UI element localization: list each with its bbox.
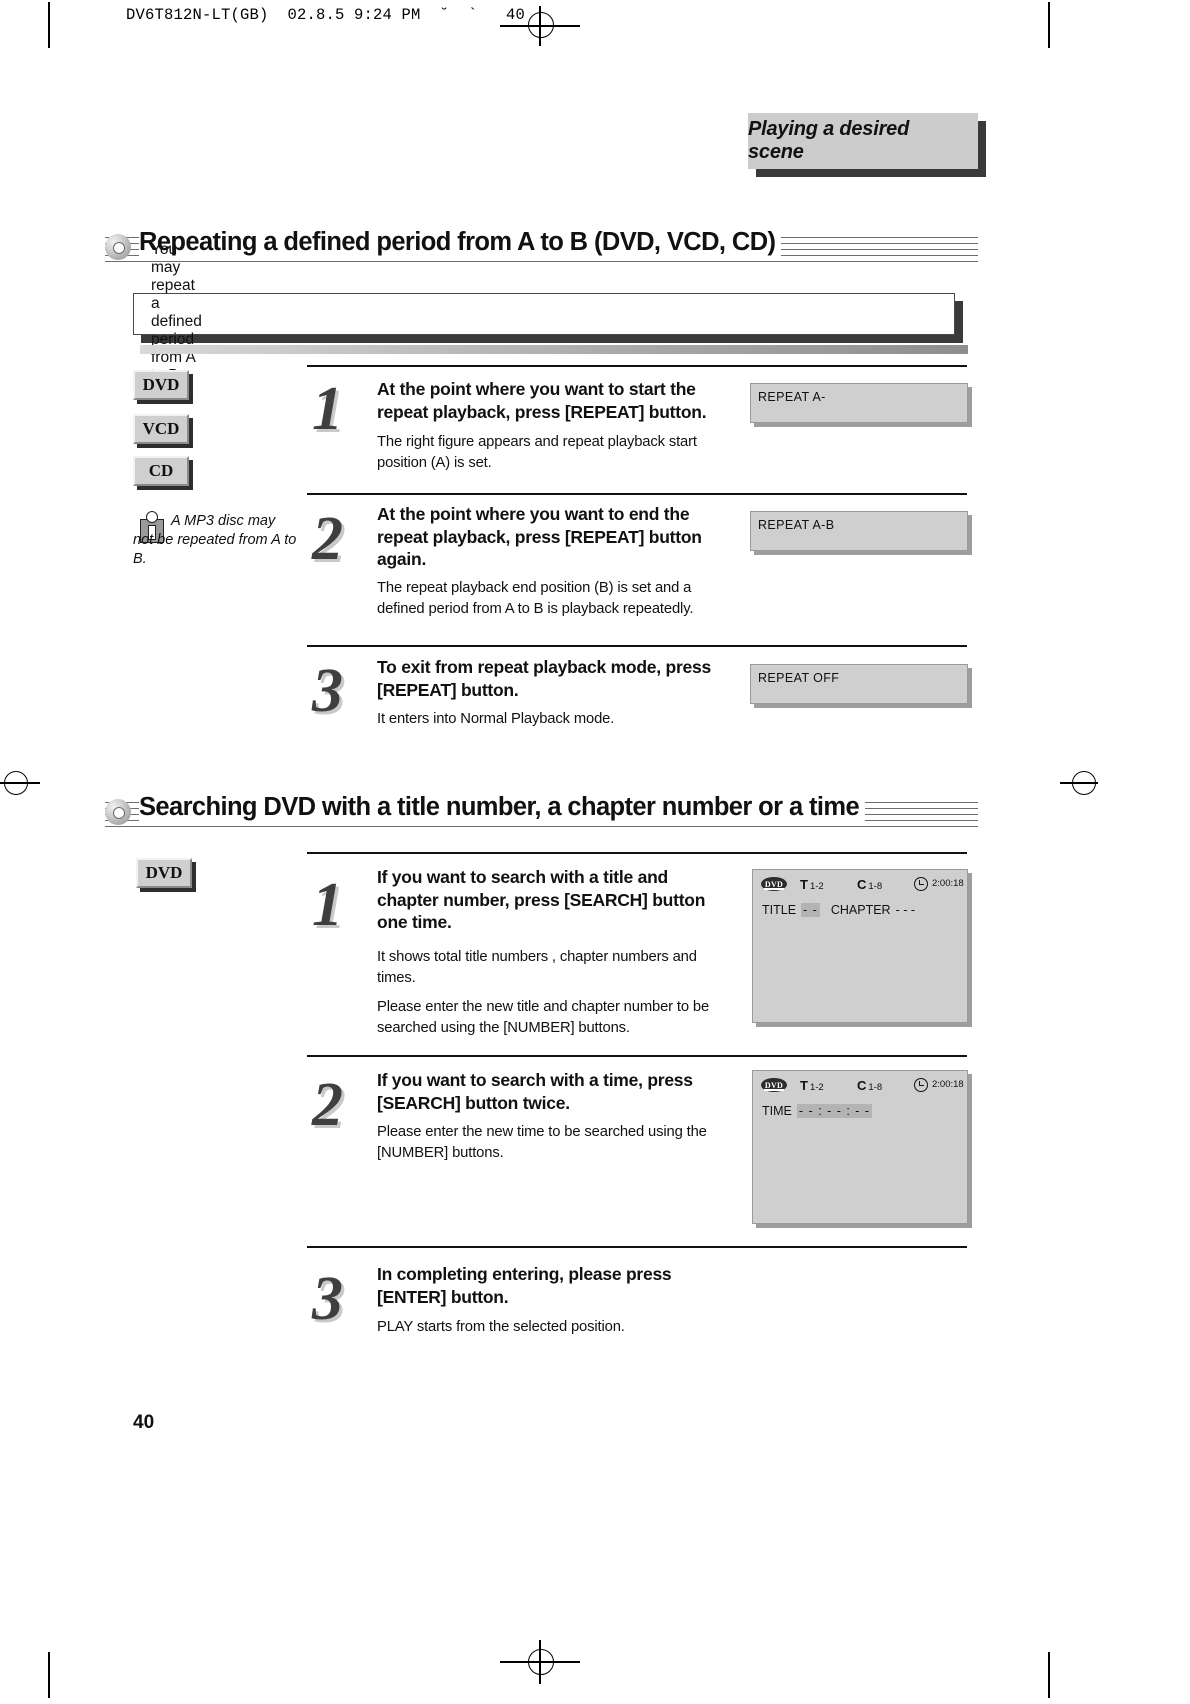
section-title: Repeating a defined period from A to B (… bbox=[139, 228, 782, 257]
osd-chapter-value: 1-8 bbox=[868, 881, 883, 892]
section-bullet-icon bbox=[105, 799, 131, 825]
osd-row-label-2: CHAPTER bbox=[830, 903, 891, 917]
osd-display-repeat-off: REPEAT OFF bbox=[750, 664, 972, 708]
osd-title-field: T 1-2 bbox=[800, 1078, 824, 1093]
page-title: Playing a desired scene bbox=[748, 118, 910, 163]
osd-display-repeat-ab: REPEAT A-B bbox=[750, 511, 972, 555]
crop-mark-top-right-vertical bbox=[1048, 2, 1050, 48]
osd-title-letter: T bbox=[800, 877, 808, 892]
osd-text: REPEAT A-B bbox=[758, 518, 835, 532]
step-body: PLAY starts from the selected position. bbox=[377, 1317, 717, 1347]
step-body-paragraph: The repeat playback end position (B) is … bbox=[377, 580, 694, 617]
step-number: 1 bbox=[312, 375, 343, 443]
step-body-paragraph: The right figure appears and repeat play… bbox=[377, 434, 697, 471]
osd-title-chapter-row: TITLE - - CHAPTER - - - bbox=[762, 903, 915, 917]
badge-label: VCD bbox=[142, 419, 180, 438]
osd-time-field: 2:00:18 bbox=[932, 878, 964, 889]
step-body-paragraph: Please enter the new time to be searched… bbox=[377, 1124, 707, 1161]
page-number: 40 bbox=[133, 1412, 155, 1433]
osd-time-row: TIME - - : - - : - - bbox=[762, 1104, 873, 1118]
osd-status-bar: DVD T 1-2 C 1-8 2:00:18 bbox=[752, 869, 972, 895]
badge-label: DVD bbox=[145, 863, 183, 882]
intro-note-frame bbox=[133, 293, 955, 335]
step-number: 3 bbox=[312, 1265, 343, 1333]
osd-title-field: T 1-2 bbox=[800, 877, 824, 892]
step-body-paragraph: Please enter the new title and chapter n… bbox=[377, 999, 710, 1036]
badge-label: DVD bbox=[142, 375, 180, 394]
step-number: 1 bbox=[312, 871, 343, 939]
clock-icon bbox=[914, 1078, 928, 1092]
section-heading-repeat-ab: Repeating a defined period from A to B (… bbox=[105, 228, 985, 270]
osd-text: REPEAT A- bbox=[758, 390, 826, 404]
registration-circle-bottom bbox=[528, 1649, 554, 1675]
osd-chapter-field: C 1-8 bbox=[857, 877, 882, 892]
slug-divider bbox=[48, 2, 50, 46]
osd-display-title-chapter: DVD T 1-2 C 1-8 2:00:18 TITLE - - CHAPTE… bbox=[752, 869, 972, 1027]
step-title: If you want to search with a time, press… bbox=[377, 1070, 693, 1113]
dvd-logo-icon: DVD bbox=[761, 1078, 787, 1092]
section-heading-search-dvd: Searching DVD with a title number, a cha… bbox=[105, 793, 985, 835]
osd-time-field: 2:00:18 bbox=[932, 1079, 964, 1090]
crop-mark-bottom-right-vertical bbox=[1048, 1652, 1050, 1698]
step-body-paragraph: It enters into Normal Playback mode. bbox=[377, 711, 615, 727]
dvd-logo-icon: DVD bbox=[761, 877, 787, 891]
step-title: If you want to search with a title and c… bbox=[377, 867, 706, 932]
osd-time-value: 2:00:18 bbox=[932, 878, 964, 889]
osd-row-label: TITLE bbox=[762, 903, 797, 917]
step-divider bbox=[307, 1055, 967, 1057]
registration-circle-right bbox=[1072, 771, 1096, 795]
osd-display-time-search: DVD T 1-2 C 1-8 2:00:18 TIME - - : - - :… bbox=[752, 1070, 972, 1228]
osd-row-value: - - : - - : - - bbox=[796, 1104, 873, 1118]
step-divider bbox=[307, 365, 967, 367]
step-title: At the point where you want to start the… bbox=[377, 379, 707, 422]
step-body: It enters into Normal Playback mode. bbox=[377, 709, 717, 739]
osd-title-letter: T bbox=[800, 1078, 808, 1093]
step-body: The repeat playback end position (B) is … bbox=[377, 578, 717, 628]
registration-circle-top bbox=[528, 12, 554, 38]
osd-text: REPEAT OFF bbox=[758, 671, 840, 685]
osd-time-value: 2:00:18 bbox=[932, 1079, 964, 1090]
media-badge-dvd-2: DVD bbox=[136, 858, 196, 892]
step-divider bbox=[307, 645, 967, 647]
section-title: Searching DVD with a title number, a cha… bbox=[139, 793, 866, 822]
step-number: 3 bbox=[312, 657, 343, 725]
clock-icon bbox=[914, 877, 928, 891]
osd-row-label: TIME bbox=[762, 1104, 792, 1118]
step-title: To exit from repeat playback mode, press… bbox=[377, 657, 711, 700]
intro-note-text: You may repeat a defined period from A t… bbox=[151, 241, 202, 384]
osd-row-value: - - bbox=[801, 903, 820, 917]
intro-note-underbar bbox=[140, 345, 968, 354]
media-badge-dvd: DVD bbox=[133, 370, 193, 404]
step-body: It shows total title numbers , chapter n… bbox=[377, 947, 717, 1047]
step-body-paragraph: It shows total title numbers , chapter n… bbox=[377, 949, 697, 986]
step-body: Please enter the new time to be searched… bbox=[377, 1122, 717, 1172]
crop-mark-bottom-left-vertical bbox=[48, 1652, 50, 1698]
step-body: The right figure appears and repeat play… bbox=[377, 432, 717, 482]
osd-chapter-field: C 1-8 bbox=[857, 1078, 882, 1093]
step-number: 2 bbox=[312, 1071, 343, 1139]
osd-row-value-2: - - - bbox=[895, 903, 916, 917]
media-badge-cd: CD bbox=[133, 456, 193, 490]
badge-label: CD bbox=[148, 461, 174, 480]
step-body-paragraph: PLAY starts from the selected position. bbox=[377, 1319, 625, 1335]
step-number: 2 bbox=[312, 505, 343, 573]
section-bullet-icon bbox=[105, 234, 131, 260]
mp3-tip-text: A MP3 disc may not be repeated from A to… bbox=[133, 513, 297, 567]
osd-title-value: 1-2 bbox=[809, 1082, 824, 1093]
print-slug: DV6T812N-LT(GB) 02.8.5 9:24 PM ˘ ` 40 bbox=[126, 6, 526, 24]
osd-display-repeat-a: REPEAT A- bbox=[750, 383, 972, 427]
osd-title-value: 1-2 bbox=[809, 881, 824, 892]
step-divider bbox=[307, 1246, 967, 1248]
osd-chapter-letter: C bbox=[857, 1078, 867, 1093]
media-badge-vcd: VCD bbox=[133, 414, 193, 448]
step-title: At the point where you want to end the r… bbox=[377, 504, 702, 569]
osd-chapter-letter: C bbox=[857, 877, 867, 892]
step-title: In completing entering, please press [EN… bbox=[377, 1264, 672, 1307]
osd-chapter-value: 1-8 bbox=[868, 1082, 883, 1093]
registration-circle-left bbox=[4, 771, 28, 795]
step-divider bbox=[307, 493, 967, 495]
step-divider bbox=[307, 852, 967, 854]
osd-status-bar: DVD T 1-2 C 1-8 2:00:18 bbox=[752, 1070, 972, 1096]
